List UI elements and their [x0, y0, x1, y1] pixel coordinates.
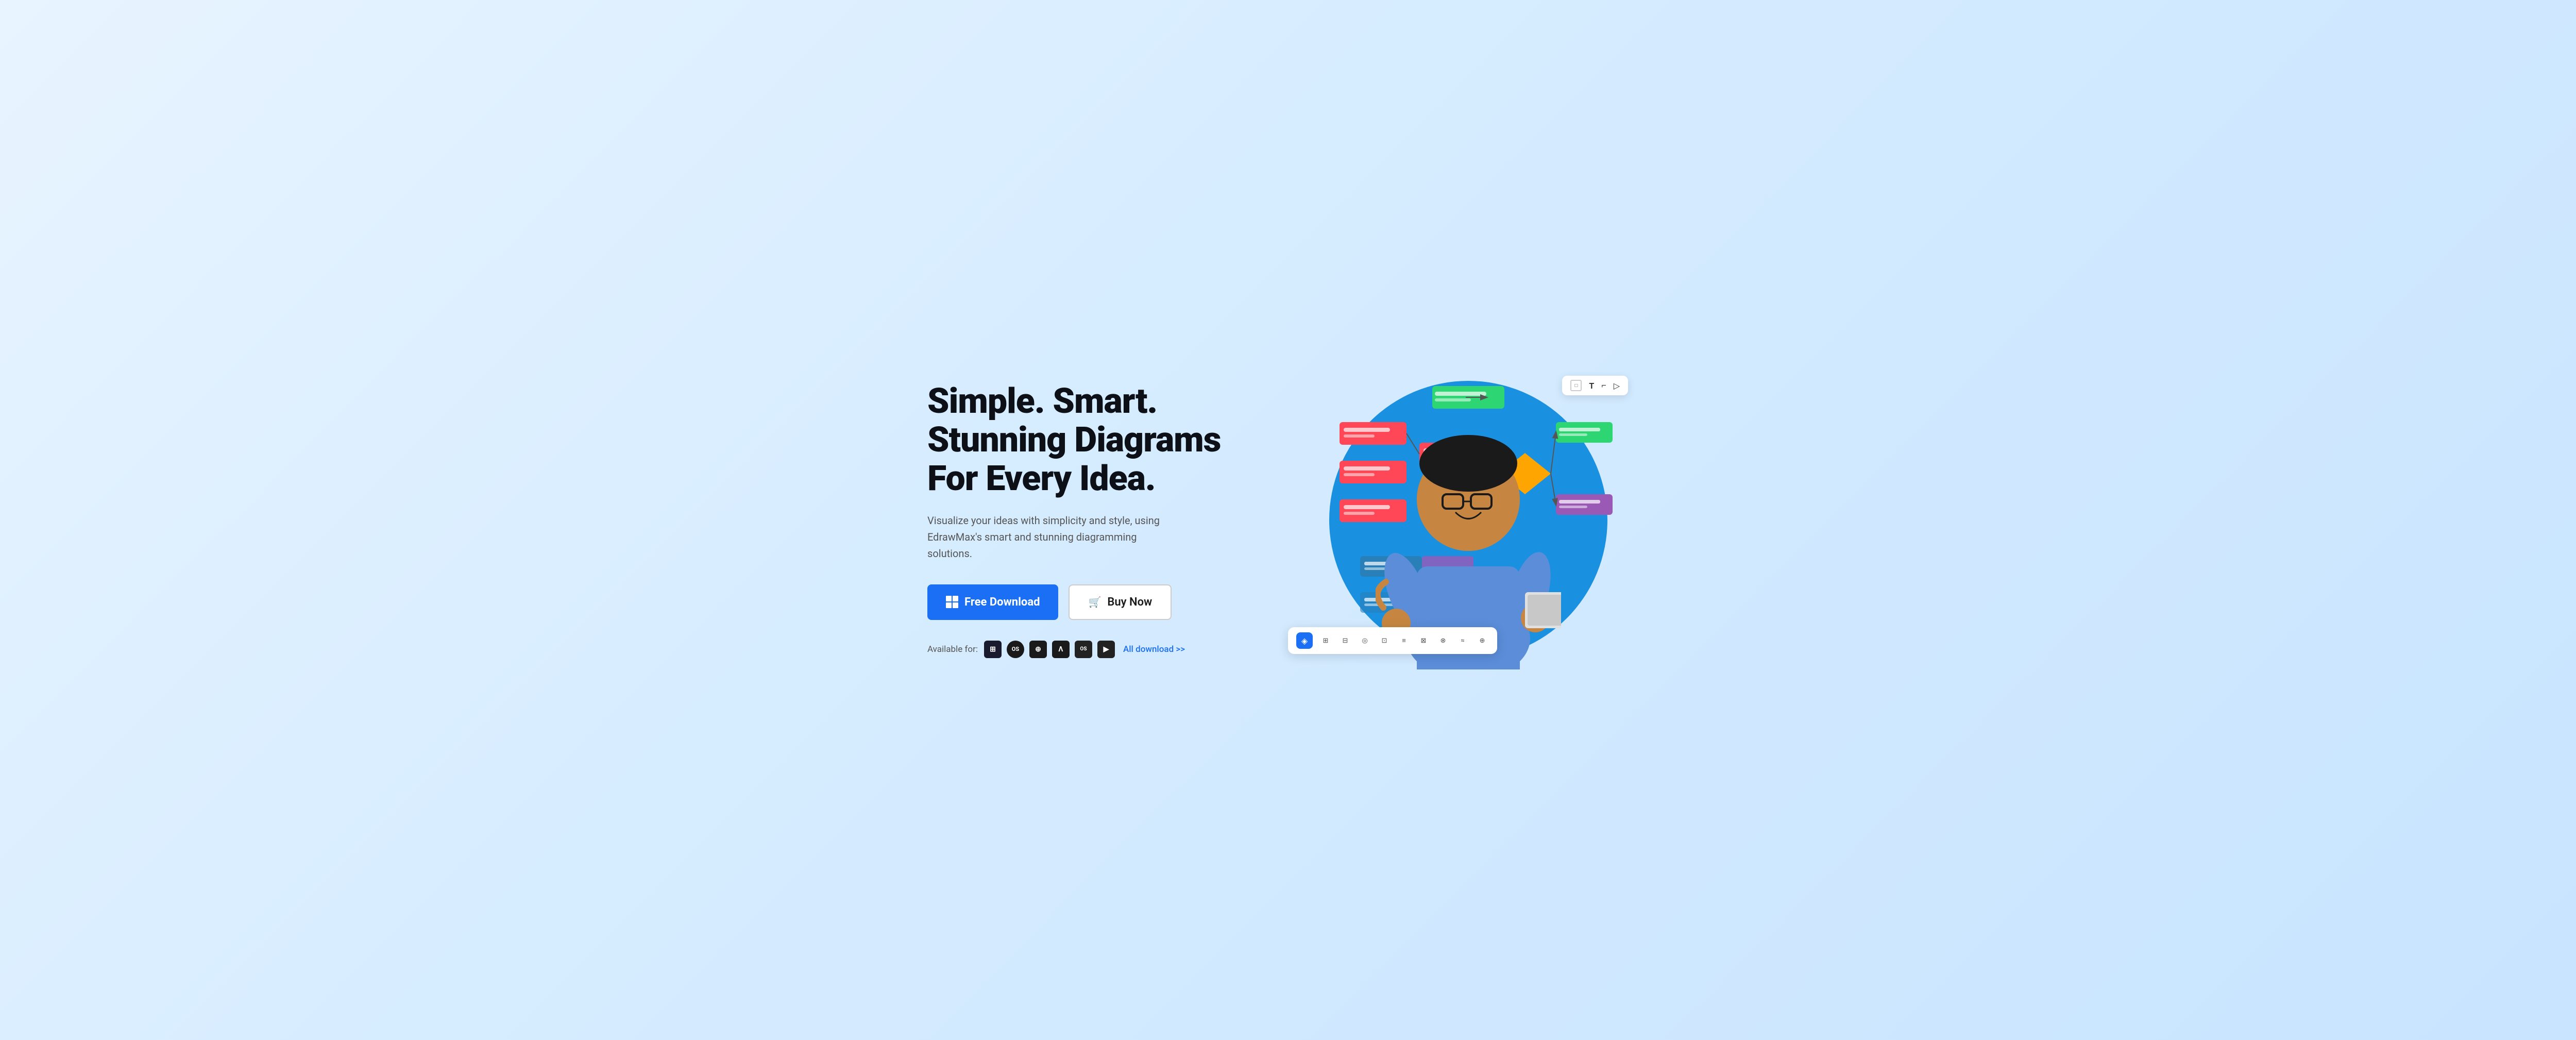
top-toolbar-arrow-icon[interactable]: ▷: [1614, 381, 1620, 391]
available-for: Available for: ⊞ OS ⊕ Λ OS ▶ All downloa…: [927, 641, 1226, 658]
buy-now-button[interactable]: 🛒 Buy Now: [1069, 584, 1172, 620]
toolbar-overlay: ◈ ⊞ ⊟ ◎ ⊡ ≡ ⊠ ⊗ ≈ ⊕: [1288, 627, 1497, 654]
cart-icon: 🛒: [1088, 596, 1101, 608]
platform-icon-windows[interactable]: ⊞: [984, 641, 1002, 658]
platform-icon-web[interactable]: ⊕: [1029, 641, 1047, 658]
top-toolbar-rect-icon[interactable]: □: [1570, 380, 1582, 391]
platform-icon-linux[interactable]: Λ: [1052, 641, 1070, 658]
toolbar-icon-doc[interactable]: ⊡: [1378, 634, 1391, 647]
toolbar-icon-rect[interactable]: ⊟: [1338, 634, 1352, 647]
hero-buttons: Free Download 🛒 Buy Now: [927, 584, 1226, 620]
toolbar-icon-wave[interactable]: ≈: [1456, 634, 1469, 647]
top-toolbar: □ T ⌐ ▷: [1562, 376, 1628, 395]
top-toolbar-text-icon[interactable]: T: [1589, 381, 1594, 391]
platform-icons: ⊞ OS ⊕ Λ OS ▶: [984, 641, 1115, 658]
toolbar-active-icon[interactable]: ◈: [1296, 632, 1313, 649]
hero-right: ◈ ⊞ ⊟ ◎ ⊡ ≡ ⊠ ⊗ ≈ ⊕ □ T ⌐ ▷: [1288, 371, 1649, 669]
hero-title: Simple. Smart. Stunning Diagrams For Eve…: [927, 382, 1226, 497]
toolbar-icon-table[interactable]: ⊠: [1417, 634, 1430, 647]
toolbar-icon-flow[interactable]: ⊗: [1436, 634, 1450, 647]
all-download-link[interactable]: All download >>: [1123, 644, 1185, 655]
toolbar-icon-chart[interactable]: ≡: [1397, 634, 1411, 647]
windows-icon: [946, 596, 958, 608]
hero-left: Simple. Smart. Stunning Diagrams For Eve…: [927, 382, 1226, 658]
top-toolbar-corner-icon[interactable]: ⌐: [1601, 380, 1606, 391]
toolbar-icon-grid[interactable]: ⊞: [1319, 634, 1332, 647]
free-download-button[interactable]: Free Download: [927, 584, 1058, 620]
toolbar-icon-layers[interactable]: ◎: [1358, 634, 1371, 647]
hero-subtitle: Visualize your ideas with simplicity and…: [927, 512, 1175, 562]
hero-section: Simple. Smart. Stunning Diagrams For Eve…: [0, 0, 2576, 1040]
hero-container: Simple. Smart. Stunning Diagrams For Eve…: [927, 371, 1649, 669]
toolbar-icon-plus[interactable]: ⊕: [1476, 634, 1489, 647]
platform-icon-android[interactable]: ▶: [1097, 641, 1115, 658]
available-label: Available for:: [927, 644, 978, 655]
platform-icon-macos[interactable]: OS: [1007, 641, 1024, 658]
platform-icon-ios[interactable]: OS: [1075, 641, 1092, 658]
